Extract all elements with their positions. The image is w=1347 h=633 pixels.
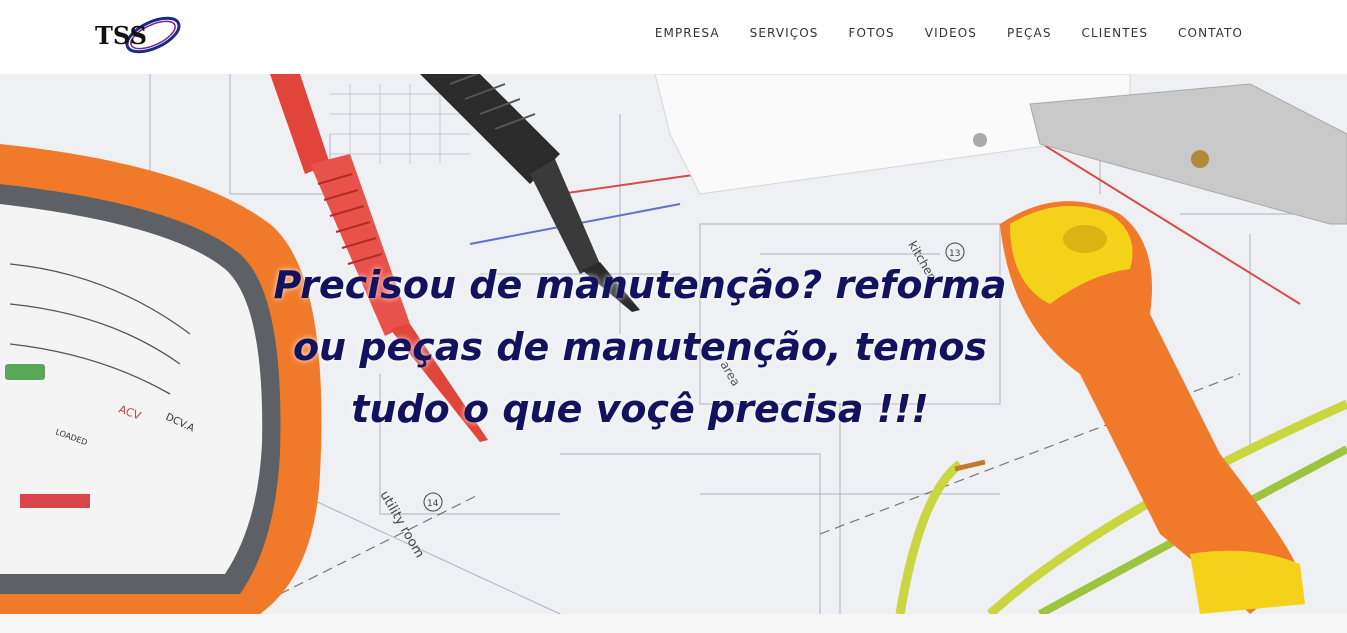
nav-link-clientes[interactable]: CLIENTES [1082,26,1149,40]
nav-link-pecas[interactable]: PEÇAS [1007,26,1052,40]
blueprint-label-room-14: 14 [427,499,439,509]
nav-item-fotos: FOTOS [849,24,895,42]
tss-logo-icon: TSS [95,16,181,54]
nav-item-contato: CONTATO [1178,24,1243,42]
headline-line-3: tudo o que voçê precisa !!! [351,387,929,431]
hero-banner: ACV DCV.A LOADED utility room 14 kitchen… [0,74,1347,614]
nav-item-pecas: PEÇAS [1007,24,1052,42]
nav-item-servicos: SERVIÇOS [750,24,819,42]
logo-text: TSS [95,21,147,50]
nav-item-empresa: EMPRESA [655,24,720,42]
nav-link-empresa[interactable]: EMPRESA [655,26,720,40]
headline-line-2: ou peças de manutenção, temos [292,325,988,369]
next-section-strip [0,614,1347,633]
nav-link-contato[interactable]: CONTATO [1178,26,1243,40]
headline-line-1: Precisou de manutenção? reforma [273,263,1007,307]
nav-link-fotos[interactable]: FOTOS [849,26,895,40]
site-header: TSS EMPRESA SERVIÇOS FOTOS VIDEOS PEÇAS … [0,0,1347,74]
nav-item-clientes: CLIENTES [1082,24,1149,42]
hero-headline: Precisou de manutenção? reforma ou peças… [250,254,1030,440]
nav-item-videos: VIDEOS [925,24,977,42]
tss-logo[interactable]: TSS [93,13,185,57]
main-navigation: EMPRESA SERVIÇOS FOTOS VIDEOS PEÇAS CLIE… [655,0,1243,66]
nav-link-videos[interactable]: VIDEOS [925,26,977,40]
nav-link-servicos[interactable]: SERVIÇOS [750,26,819,40]
